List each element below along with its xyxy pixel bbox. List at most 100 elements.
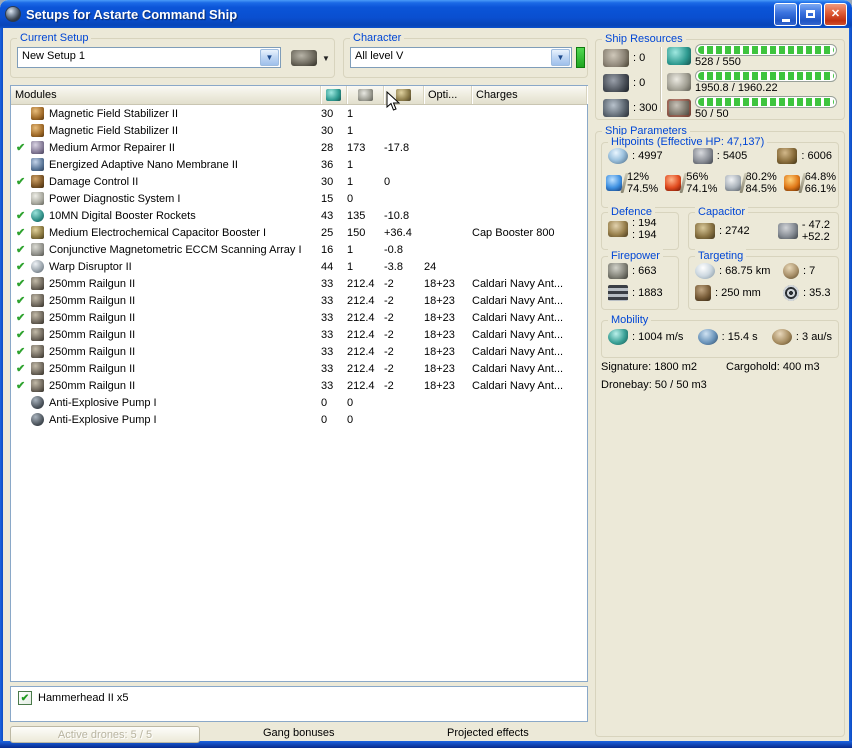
module-name: Anti-Explosive Pump I: [49, 396, 157, 409]
window-title: Setups for Astarte Command Ship: [26, 6, 238, 22]
module-powergrid: 212.4: [347, 294, 375, 307]
resources-divider: [660, 47, 662, 112]
module-row[interactable]: ✔ 10MN Digital Booster Rockets 43 135 -10.8: [11, 207, 587, 224]
minimize-button[interactable]: [774, 2, 797, 26]
close-button[interactable]: ✕: [824, 2, 847, 26]
drone-list-item[interactable]: ✔ Hammerhead II x5: [18, 691, 580, 705]
drones-panel: ✔ Hammerhead II x5: [10, 686, 588, 722]
module-row[interactable]: ✔ 250mm Railgun II 33 212.4 -2 18+23 Caldari N…: [11, 377, 587, 394]
column-header-powergrid[interactable]: [347, 86, 384, 104]
module-row[interactable]: ✔ 250mm Railgun II 33 212.4 -2 18+23 Caldari N…: [11, 343, 587, 360]
active-check-icon: ✔: [16, 244, 26, 256]
structure-hp-value: : 6006: [801, 150, 832, 162]
module-row[interactable]: ✔ 250mm Railgun II 33 212.4 -2 18+23 Caldari N…: [11, 292, 587, 309]
checkbox-checked-icon[interactable]: ✔: [18, 691, 32, 705]
module-capacitor: -2: [384, 345, 394, 358]
module-powergrid: 1: [347, 260, 354, 273]
module-row[interactable]: Anti-Explosive Pump I 0 0: [11, 394, 587, 411]
module-name: 250mm Railgun II: [49, 328, 136, 341]
module-icon: [31, 158, 44, 171]
max-velocity-icon: [608, 329, 628, 345]
module-icon: [31, 345, 44, 358]
module-cpu: 33: [321, 311, 334, 324]
module-icon: [31, 192, 44, 205]
module-row[interactable]: ✔ Medium Electrochemical Capacitor Booste…: [11, 224, 587, 241]
module-name: 250mm Railgun II: [49, 362, 136, 375]
module-row[interactable]: Magnetic Field Stabilizer II 30 1: [11, 122, 587, 139]
capacitor-amount-value: : 2742: [719, 225, 750, 237]
module-icon: [31, 209, 44, 222]
module-name: Damage Control II: [49, 175, 139, 188]
module-name: Conjunctive Magnetometric ECCM Scanning …: [49, 243, 302, 256]
module-row[interactable]: ✔ Conjunctive Magnetometric ECCM Scanning…: [11, 241, 587, 258]
mobility-title: Mobility: [608, 313, 652, 327]
module-powergrid: 1: [347, 175, 354, 188]
maximize-button[interactable]: [799, 2, 822, 26]
targeting-groupbox: Targeting : 68.75 km : 7 : 250 mm : 35.3: [688, 249, 839, 310]
module-row[interactable]: ✔ Medium Armor Repairer II 28 173 -17.8: [11, 139, 587, 156]
module-row[interactable]: ✔ 250mm Railgun II 33 212.4 -2 18+23 Caldari N…: [11, 326, 587, 343]
column-header-modules[interactable]: Modules: [11, 86, 321, 104]
chevron-down-icon[interactable]: ▼: [551, 49, 570, 66]
module-row[interactable]: ✔ 250mm Railgun II 33 212.4 -2 18+23 Caldari N…: [11, 309, 587, 326]
firepower-groupbox: Firepower : 663 : 1883: [601, 249, 679, 310]
window-frame-left: [0, 28, 3, 748]
firepower-title: Firepower: [608, 249, 663, 263]
explosive-shield-resist: 64.8%: [804, 171, 836, 183]
module-row[interactable]: ✔ Damage Control II 30 1 0: [11, 173, 587, 190]
launcher-hardpoints-icon: [603, 74, 629, 92]
explosive-resist-icon: [783, 175, 800, 191]
module-icon: [31, 260, 44, 273]
tab-projected-effects[interactable]: Projected effects: [447, 727, 529, 739]
tab-gang-bonuses[interactable]: Gang bonuses: [263, 727, 335, 739]
column-header-optimal[interactable]: Opti...: [424, 86, 472, 104]
module-icon: [31, 277, 44, 290]
shield-hp-value: : 4997: [632, 150, 663, 162]
module-row[interactable]: ✔ Warp Disruptor II 44 1 -3.8 24: [11, 258, 587, 275]
module-capacitor: -17.8: [384, 141, 410, 154]
column-header-charges[interactable]: Charges: [472, 86, 587, 104]
module-row[interactable]: Anti-Explosive Pump I 0 0: [11, 411, 587, 428]
module-row[interactable]: ✔ 250mm Railgun II 33 212.4 -2 18+23 Caldari N…: [11, 275, 587, 292]
title-bar[interactable]: Setups for Astarte Command Ship ✕: [0, 0, 852, 28]
character-label: Character: [350, 31, 405, 45]
module-powergrid: 212.4: [347, 311, 375, 324]
volley-value: : 1883: [632, 287, 663, 299]
module-row[interactable]: Energized Adaptive Nano Membrane II 36 1: [11, 156, 587, 173]
module-powergrid: 1: [347, 124, 354, 137]
cpu-icon: [326, 89, 341, 101]
column-header-cpu[interactable]: [321, 86, 347, 104]
current-setup-groupbox: Current Setup New Setup 1 ▼ ▼: [10, 31, 335, 78]
module-cpu: 28: [321, 141, 334, 154]
ship-menu-button[interactable]: ▼: [289, 46, 332, 70]
current-setup-combo[interactable]: New Setup 1 ▼: [17, 47, 281, 68]
hitpoints-groupbox: Hitpoints (Effective HP: 47,137) : 4997 …: [601, 135, 839, 208]
agility-value: : 15.4 s: [721, 331, 758, 343]
module-icon: [31, 294, 44, 307]
module-name: Warp Disruptor II: [49, 260, 132, 273]
module-optimal: 18+23: [424, 294, 455, 307]
capacitor-icon: [396, 89, 411, 101]
active-check-icon: ✔: [16, 210, 26, 222]
modules-listview: Modules Opti... Charges Magnetic Field S…: [10, 85, 588, 682]
structure-hp-icon: [777, 148, 798, 164]
current-setup-label: Current Setup: [17, 31, 92, 45]
column-header-capacitor[interactable]: [384, 86, 424, 104]
powergrid-value: 1950.8 / 1960.22: [695, 82, 778, 94]
active-drones-button[interactable]: Active drones: 5 / 5: [10, 726, 200, 743]
character-combo[interactable]: All level V ▼: [350, 47, 572, 68]
module-capacitor: -10.8: [384, 209, 410, 222]
module-icon: [31, 396, 44, 409]
active-check-icon: ✔: [16, 176, 26, 188]
module-capacitor: +36.4: [384, 226, 412, 239]
module-row[interactable]: Magnetic Field Stabilizer II 30 1: [11, 105, 587, 122]
chevron-down-icon[interactable]: ▼: [260, 49, 279, 66]
powergrid-icon: [357, 89, 373, 101]
module-optimal: 18+23: [424, 328, 455, 341]
capacitor-drain-value: - 47.2: [801, 219, 830, 231]
module-row[interactable]: ✔ 250mm Railgun II 33 212.4 -2 18+23 Caldari N…: [11, 360, 587, 377]
module-row[interactable]: Power Diagnostic System I 15 0: [11, 190, 587, 207]
module-capacitor: -2: [384, 379, 394, 392]
module-charges: Caldari Navy Ant...: [472, 328, 564, 341]
module-cpu: 30: [321, 124, 334, 137]
